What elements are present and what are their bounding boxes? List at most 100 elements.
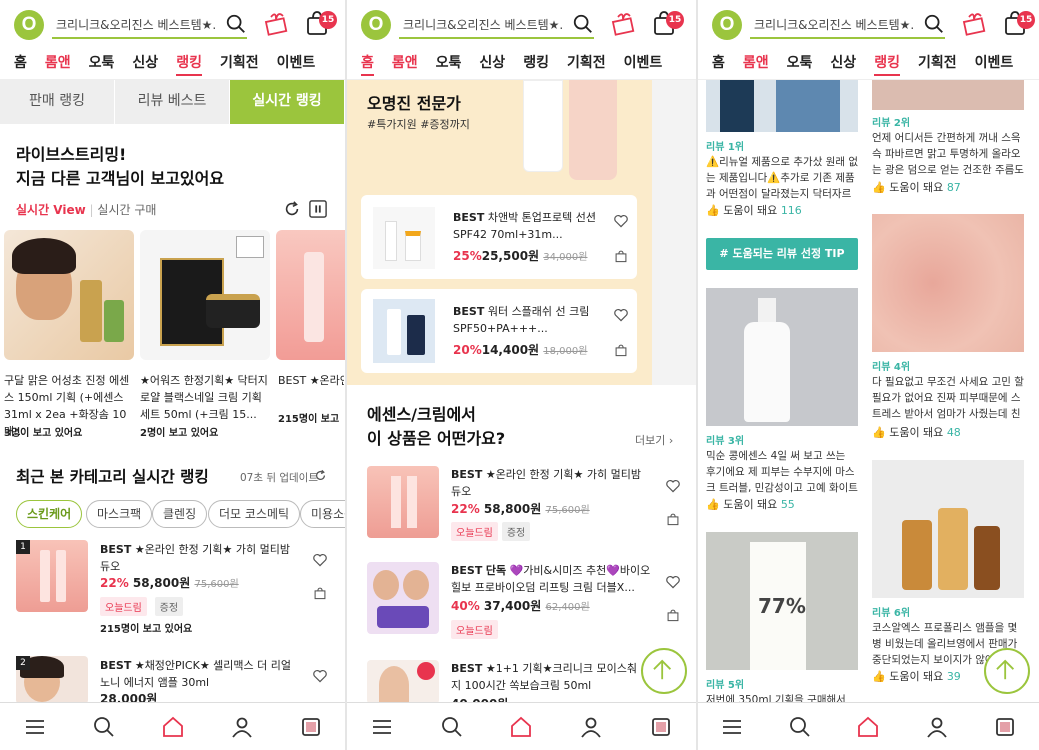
review-text-2[interactable]: 언제 어디서든 간편하게 꺼내 스윽슥 파바르면 맑고 투명하게 올라오는 광은…: [872, 130, 1024, 178]
search-bar[interactable]: 크리니크&오리진스 베스트템★...: [750, 11, 945, 39]
nav-event[interactable]: 이벤트: [624, 52, 663, 78]
next-banner-peek[interactable]: [652, 80, 696, 385]
helpful-button-2[interactable]: 👍 도움이 돼요 87: [872, 179, 961, 195]
nav-planning[interactable]: 기획전: [567, 52, 606, 78]
search-icon[interactable]: [225, 13, 247, 35]
nav-event[interactable]: 이벤트: [975, 52, 1014, 78]
helpful-button-3[interactable]: 👍 도움이 돼요 55: [706, 496, 795, 512]
search-bar[interactable]: 크리니크&오리진스 베스트템★...: [399, 11, 594, 39]
nav-planning[interactable]: 기획전: [220, 52, 259, 78]
nav-home[interactable]: 홈: [712, 52, 725, 78]
user-icon[interactable]: [579, 715, 603, 739]
nav-otuk[interactable]: 오툭: [436, 52, 462, 78]
tab-realtime-ranking[interactable]: 실시간 랭킹: [230, 80, 345, 124]
tab-review-best[interactable]: 리뷰 베스트: [115, 80, 230, 124]
review-image-1[interactable]: [706, 80, 858, 132]
banner-product-card-2[interactable]: BEST 워터 스플래쉬 선 크림 SPF50+PA+++... 20%14,4…: [361, 289, 637, 373]
tab-realtime-view[interactable]: 실시간 View: [16, 203, 86, 217]
scroll-to-top-button[interactable]: [641, 648, 687, 694]
nav-otuk[interactable]: 오툭: [787, 52, 813, 78]
chip-skincare[interactable]: 스킨케어: [16, 500, 83, 528]
nav-ranking[interactable]: 랭킹: [176, 52, 202, 76]
user-icon[interactable]: [230, 715, 254, 739]
nav-new[interactable]: 신상: [132, 52, 158, 78]
nav-romand[interactable]: 롬앤: [392, 52, 418, 78]
live-product-image-3[interactable]: [276, 230, 345, 360]
chip-maskpack[interactable]: 마스크팩: [86, 500, 153, 528]
review-image-3[interactable]: [706, 288, 858, 426]
more-link[interactable]: 더보기 ›: [635, 432, 673, 448]
review-image-2[interactable]: [872, 80, 1024, 110]
add-to-bag-icon[interactable]: [614, 343, 628, 357]
review-image-6[interactable]: [872, 460, 1024, 598]
gift-icon[interactable]: [960, 9, 988, 37]
search-icon[interactable]: [788, 715, 812, 739]
helpful-button-4[interactable]: 👍 도움이 돼요 48: [872, 424, 961, 440]
review-text-3[interactable]: 믹순 콩에센스 4일 써 보고 쓰는 후기에요 제 피부는 수부지에 마스크 트…: [706, 448, 858, 496]
nav-romand[interactable]: 롬앤: [743, 52, 769, 78]
nav-ranking[interactable]: 랭킹: [874, 52, 900, 76]
add-to-bag-icon[interactable]: [666, 608, 680, 622]
chip-beauty-tools[interactable]: 미용소품: [300, 500, 345, 528]
search-icon[interactable]: [923, 13, 945, 35]
live-product-image-2[interactable]: [140, 230, 270, 360]
gift-icon[interactable]: [262, 9, 290, 37]
live-product-name-3[interactable]: BEST ★온라인 한정 기획★ 가히 멀티밤: [278, 372, 344, 389]
menu-icon[interactable]: [370, 715, 394, 739]
search-bar[interactable]: 크리니크&오리진스 베스트템★...: [52, 11, 247, 39]
review-text-4[interactable]: 다 필요없고 무조건 사세요 고민 할 필요가 없어요 진짜 피부때문에 스트레…: [872, 374, 1024, 422]
oliveyoung-logo[interactable]: O: [14, 10, 44, 40]
item-image-1[interactable]: [367, 466, 439, 538]
menu-icon[interactable]: [720, 715, 744, 739]
chip-dermo-cosmetic[interactable]: 더모 코스메틱: [208, 500, 301, 528]
oliveyoung-logo[interactable]: O: [361, 10, 391, 40]
wishlist-heart-icon[interactable]: [613, 213, 629, 229]
live-product-name-2[interactable]: ★어워즈 한정기획★ 닥터지 로얄 블랙스네일 크림 기획 세트 50ml (+…: [140, 372, 268, 423]
tab-realtime-buy[interactable]: 실시간 구매: [97, 203, 156, 217]
nav-new[interactable]: 신상: [479, 52, 505, 78]
live-product-image-1[interactable]: [4, 230, 134, 360]
nav-new[interactable]: 신상: [830, 52, 856, 78]
menu-icon[interactable]: [23, 715, 47, 739]
add-to-bag-icon[interactable]: [666, 512, 680, 526]
search-icon[interactable]: [572, 13, 594, 35]
search-icon[interactable]: [92, 715, 116, 739]
home-icon[interactable]: [161, 715, 185, 739]
nav-romand[interactable]: 롬앤: [45, 52, 71, 78]
wishlist-heart-icon[interactable]: [613, 307, 629, 323]
review-text-1[interactable]: ⚠️리뉴얼 제품으로 추가샀 원래 없는 제품입니다⚠️추가로 기존 제품과 어…: [706, 154, 858, 202]
helpful-button-1[interactable]: 👍 도움이 돼요 116: [706, 202, 802, 218]
wishlist-heart-icon[interactable]: [665, 478, 681, 494]
nav-otuk[interactable]: 오툭: [89, 52, 115, 78]
banner-product-card-1[interactable]: BEST 차앤박 톤업프로텍 선션SPF42 70ml+31m... 25%25…: [361, 195, 637, 279]
oliveyoung-logo[interactable]: O: [712, 10, 742, 40]
tab-sales-ranking[interactable]: 판매 랭킹: [0, 80, 115, 124]
refresh-icon[interactable]: [283, 200, 301, 218]
home-icon[interactable]: [509, 715, 533, 739]
nav-home[interactable]: 홈: [14, 52, 27, 78]
user-icon[interactable]: [925, 715, 949, 739]
nav-ranking[interactable]: 랭킹: [523, 52, 549, 78]
review-tip-button[interactable]: # 도움되는 리뷰 선정 TIP: [706, 238, 858, 270]
scroll-to-top-button[interactable]: [984, 648, 1030, 694]
search-icon[interactable]: [440, 715, 464, 739]
chip-cleansing[interactable]: 클렌징: [152, 500, 208, 528]
recent-view-icon[interactable]: [993, 715, 1017, 739]
add-to-bag-icon[interactable]: [313, 586, 327, 600]
pause-icon[interactable]: [309, 200, 327, 218]
wishlist-heart-icon[interactable]: [665, 574, 681, 590]
add-to-bag-icon[interactable]: [614, 249, 628, 263]
gift-icon[interactable]: [609, 9, 637, 37]
nav-planning[interactable]: 기획전: [918, 52, 957, 78]
home-icon[interactable]: [856, 715, 880, 739]
update-refresh-icon[interactable]: [314, 469, 327, 482]
nav-event[interactable]: 이벤트: [277, 52, 316, 78]
review-image-5[interactable]: 77%: [706, 532, 858, 670]
nav-home[interactable]: 홈: [361, 52, 374, 76]
item-image-2[interactable]: [367, 562, 439, 634]
recent-view-icon[interactable]: [299, 715, 323, 739]
wishlist-heart-icon[interactable]: [312, 552, 328, 568]
review-image-4[interactable]: [872, 214, 1024, 352]
helpful-button-6[interactable]: 👍 도움이 돼요 39: [872, 668, 961, 684]
item-image-3[interactable]: [367, 660, 439, 704]
